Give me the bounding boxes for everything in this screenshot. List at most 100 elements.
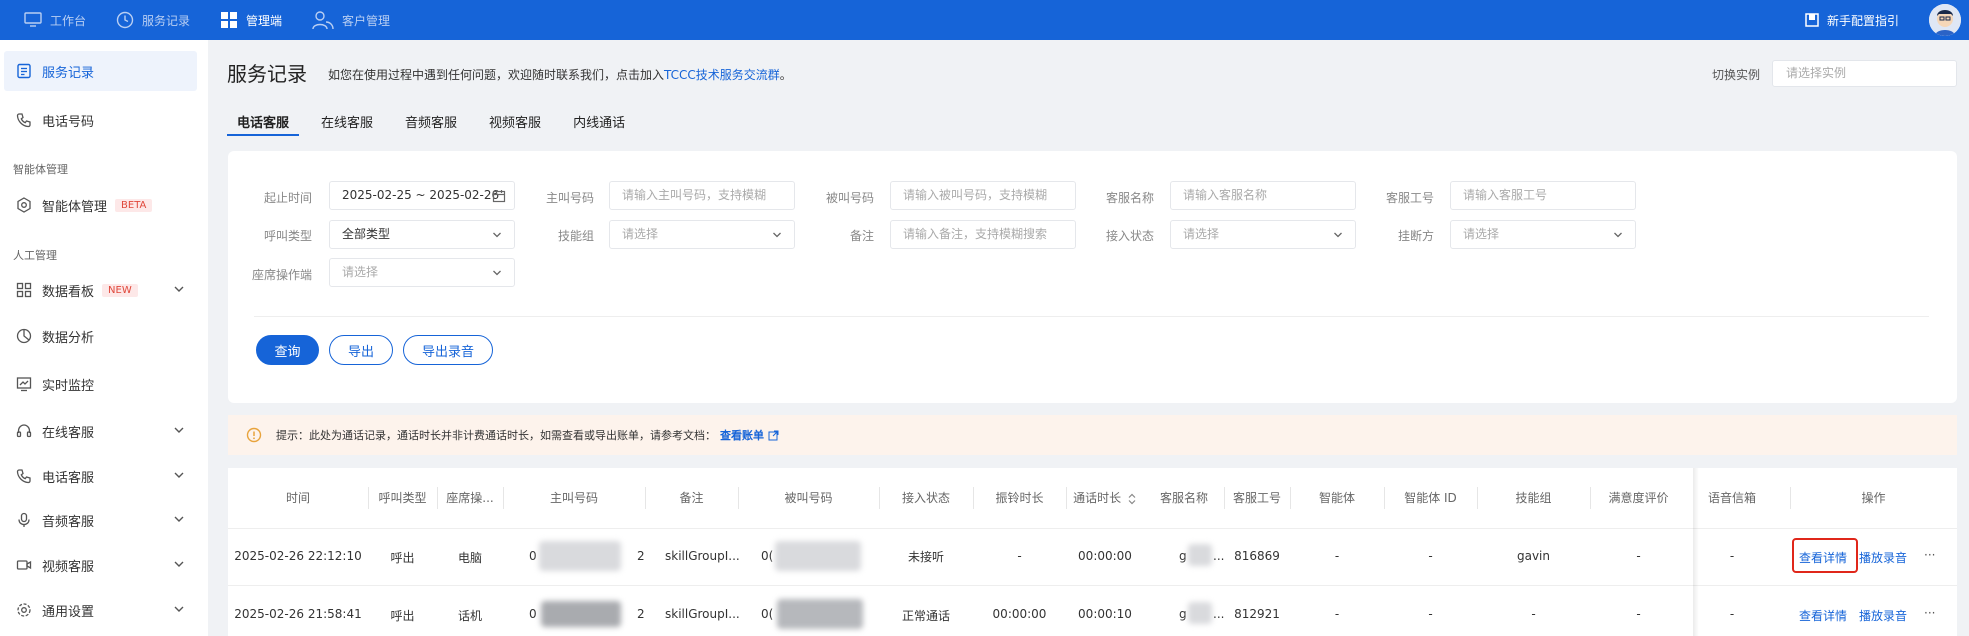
sidebar-item-audio-service[interactable]: 音频客服 [4, 500, 197, 540]
sidebar-item-label: 在线客服 [42, 425, 95, 441]
sidebar-item-label: 服务记录 [42, 65, 95, 81]
more-actions-icon[interactable]: ··· [1924, 548, 1935, 562]
cell-ring-duration: - [1017, 549, 1022, 563]
remark-input[interactable]: 请输入备注，支持模糊搜索 [890, 220, 1076, 249]
tab-online-service[interactable]: 在线客服 [311, 112, 383, 134]
cell-bot: - [1334, 607, 1340, 621]
chevron-down-icon [1614, 232, 1622, 238]
cell-callee-prefix: 0( [761, 549, 774, 563]
sidebar-item-general-settings[interactable]: 通用设置 [4, 590, 197, 630]
col-header-bot: 智能体 [1318, 491, 1355, 505]
instance-select[interactable]: 请选择实例 [1772, 60, 1957, 87]
export-recording-button[interactable]: 导出录音 [403, 335, 493, 365]
redacted-agent [1188, 602, 1212, 624]
time-range-picker[interactable]: 2025-02-25 ~ 2025-02-26 [329, 181, 515, 210]
access-status-select[interactable]: 请选择 [1170, 220, 1356, 249]
avatar[interactable] [1929, 4, 1961, 36]
play-recording-link[interactable]: 播放录音 [1859, 607, 1907, 624]
agent-name-input[interactable]: 请输入客服名称 [1170, 181, 1356, 210]
sidebar-item-data-analysis[interactable]: 数据分析 [4, 316, 197, 356]
tab-audio-service[interactable]: 音频客服 [395, 112, 467, 134]
seat-terminal-placeholder: 请选择 [342, 265, 379, 279]
tab-internal-call[interactable]: 内线通话 [563, 112, 635, 134]
cell-time: 2025-02-26 22:12:10 [234, 549, 362, 563]
cell-skill-group: gavin [1516, 549, 1550, 563]
notice-text: 提示：此处为通话记录，通话时长并非计费通话时长，如需查看或导出账单，请参考文档： [276, 429, 716, 442]
guide-link[interactable]: 新手配置指引 [1805, 12, 1899, 29]
filter-divider [254, 316, 1929, 317]
export-button[interactable]: 导出 [329, 335, 393, 365]
grid-icon [221, 12, 238, 28]
topnav-item-admin[interactable]: 管理端 [220, 0, 282, 40]
sidebar-item-label: 视频客服 [42, 559, 95, 575]
sidebar-item-realtime-monitor[interactable]: 实时监控 [4, 364, 197, 404]
col-header-bot-id: 智能体 ID [1404, 491, 1457, 505]
calendar-icon [492, 190, 506, 203]
skill-group-select[interactable]: 请选择 [609, 220, 795, 249]
billing-notice: 提示：此处为通话记录，通话时长并非计费通话时长，如需查看或导出账单，请参考文档：… [228, 415, 1957, 455]
access-status-placeholder: 请选择 [1183, 227, 1220, 241]
mic-icon [14, 510, 34, 530]
view-bill-link[interactable]: 查看账单 [720, 427, 764, 443]
callee-input[interactable]: 请输入被叫号码，支持模糊 [890, 181, 1076, 210]
desc-text: 如您在使用过程中遇到任何问题，欢迎随时联系我们，点击加入 [328, 68, 665, 82]
cell-caller-prefix: 0 [529, 607, 537, 621]
call-type-select[interactable]: 全部类型 [329, 220, 515, 249]
sidebar-item-online-service[interactable]: 在线客服 [4, 411, 197, 451]
top-right-area: 新手配置指引 [1805, 0, 1969, 40]
col-header-access-status: 接入状态 [901, 491, 950, 505]
skill-group-placeholder: 请选择 [622, 227, 659, 241]
guide-label: 新手配置指引 [1826, 13, 1899, 28]
cell-access-status: 未接听 [907, 550, 944, 564]
service-tabs: 电话客服 在线客服 音频客服 视频客服 内线通话 [227, 112, 647, 136]
redacted-caller [539, 541, 621, 571]
sidebar-item-phone-service[interactable]: 电话客服 [4, 456, 197, 496]
col-header-ring-duration: 振铃时长 [995, 491, 1044, 505]
tab-phone-service[interactable]: 电话客服 [227, 112, 300, 136]
tccc-group-link[interactable]: TCCC技术服务交流群 [664, 68, 780, 82]
seat-terminal-select[interactable]: 请选择 [329, 258, 515, 287]
view-detail-link[interactable]: 查看详情 [1799, 607, 1847, 624]
topnav-item-label: 工作台 [50, 13, 87, 28]
sidebar-item-ai-agent[interactable]: 智能体管理 BETA [4, 185, 197, 225]
time-range-value: 2025-02-25 ~ 2025-02-26 [342, 188, 500, 202]
top-nav-bar: 工作台 服务记录 管理端 客户管理 新手配置指引 [0, 0, 1969, 40]
cell-call-type: 呼出 [390, 609, 415, 623]
redacted-agent [1188, 544, 1212, 566]
col-header-actions: 操作 [1861, 491, 1886, 505]
cell-seat: 电脑 [457, 551, 482, 565]
topnav-item-customers[interactable]: 客户管理 [312, 0, 390, 40]
cell-time: 2025-02-26 21:58:41 [234, 607, 362, 621]
users-icon [312, 11, 334, 30]
filter-panel: 起止时间 2025-02-25 ~ 2025-02-26 主叫号码 请输入主叫号… [228, 151, 1957, 403]
sidebar-group-manual: 人工管理 [13, 249, 57, 262]
seat-terminal-label: 座席操作端 [251, 268, 312, 282]
chevron-down-icon [1334, 232, 1342, 238]
sidebar-item-video-service[interactable]: 视频客服 [4, 545, 197, 585]
sort-icon [1128, 493, 1136, 504]
topnav-item-records[interactable]: 服务记录 [116, 0, 190, 40]
access-status-label: 接入状态 [1105, 229, 1154, 243]
cell-call-type: 呼出 [390, 551, 415, 565]
redacted-caller [541, 601, 621, 627]
topnav-item-workbench[interactable]: 工作台 [24, 0, 86, 40]
col-header-call-duration[interactable]: 通话时长 [1066, 468, 1144, 528]
sidebar-item-dashboard[interactable]: 数据看板 NEW [4, 270, 197, 310]
query-button[interactable]: 查询 [256, 335, 319, 365]
caller-input[interactable]: 请输入主叫号码，支持模糊 [609, 181, 795, 210]
play-recording-link[interactable]: 播放录音 [1859, 549, 1907, 566]
monitor-chart-icon [14, 374, 34, 394]
cell-caller-suffix: 2 [637, 549, 645, 563]
new-badge: NEW [102, 283, 138, 297]
col-header-agent-id: 客服工号 [1232, 491, 1281, 505]
agent-id-input[interactable]: 请输入客服工号 [1450, 181, 1636, 210]
sidebar-item-label: 实时监控 [42, 378, 95, 394]
sidebar-item-service-records[interactable]: 服务记录 [4, 51, 197, 91]
remark-label: 备注 [849, 229, 874, 243]
sidebar-item-phone-numbers[interactable]: 电话号码 [4, 100, 197, 140]
tab-video-service[interactable]: 视频客服 [479, 112, 551, 134]
more-actions-icon[interactable]: ··· [1924, 606, 1935, 620]
hangup-party-select[interactable]: 请选择 [1450, 220, 1636, 249]
chevron-down-icon [174, 472, 184, 478]
chevron-down-icon [174, 561, 184, 567]
